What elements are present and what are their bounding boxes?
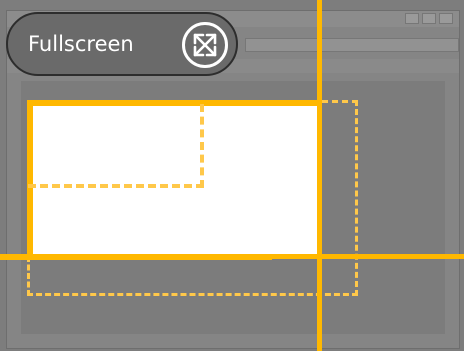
fullscreen-button[interactable]: Fullscreen bbox=[6, 12, 238, 76]
window-controls bbox=[405, 13, 453, 24]
background-address-bar bbox=[245, 38, 459, 52]
fullscreen-label: Fullscreen bbox=[28, 32, 134, 56]
minimize-icon bbox=[405, 13, 419, 24]
close-icon bbox=[439, 13, 453, 24]
horizontal-snap-guide-bold bbox=[0, 254, 272, 260]
snap-zone-large-outline[interactable] bbox=[27, 100, 358, 296]
fullscreen-expand-icon[interactable] bbox=[182, 22, 228, 68]
snap-overlay-screen: Fullscreen bbox=[0, 0, 464, 351]
maximize-icon bbox=[422, 13, 436, 24]
snap-zone-large-outline-left bbox=[27, 256, 33, 296]
vertical-snap-guide bbox=[317, 0, 322, 351]
snap-zone-large-outline-top bbox=[322, 100, 358, 106]
